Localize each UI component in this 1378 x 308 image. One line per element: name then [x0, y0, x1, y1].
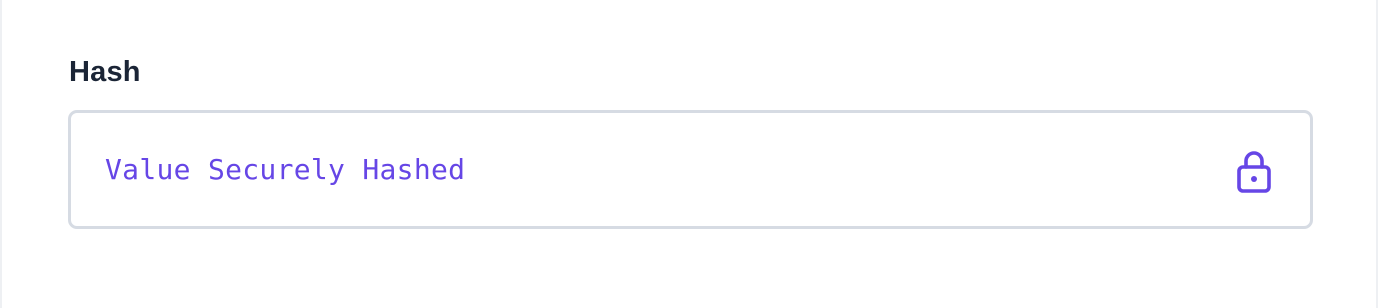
lock-icon	[1237, 151, 1271, 193]
hash-field-label: Hash	[69, 56, 141, 88]
hash-value-box: Value Securely Hashed	[68, 110, 1313, 229]
hash-value-text: Value Securely Hashed	[105, 153, 466, 186]
hash-field-panel: Hash Value Securely Hashed	[0, 0, 1378, 308]
